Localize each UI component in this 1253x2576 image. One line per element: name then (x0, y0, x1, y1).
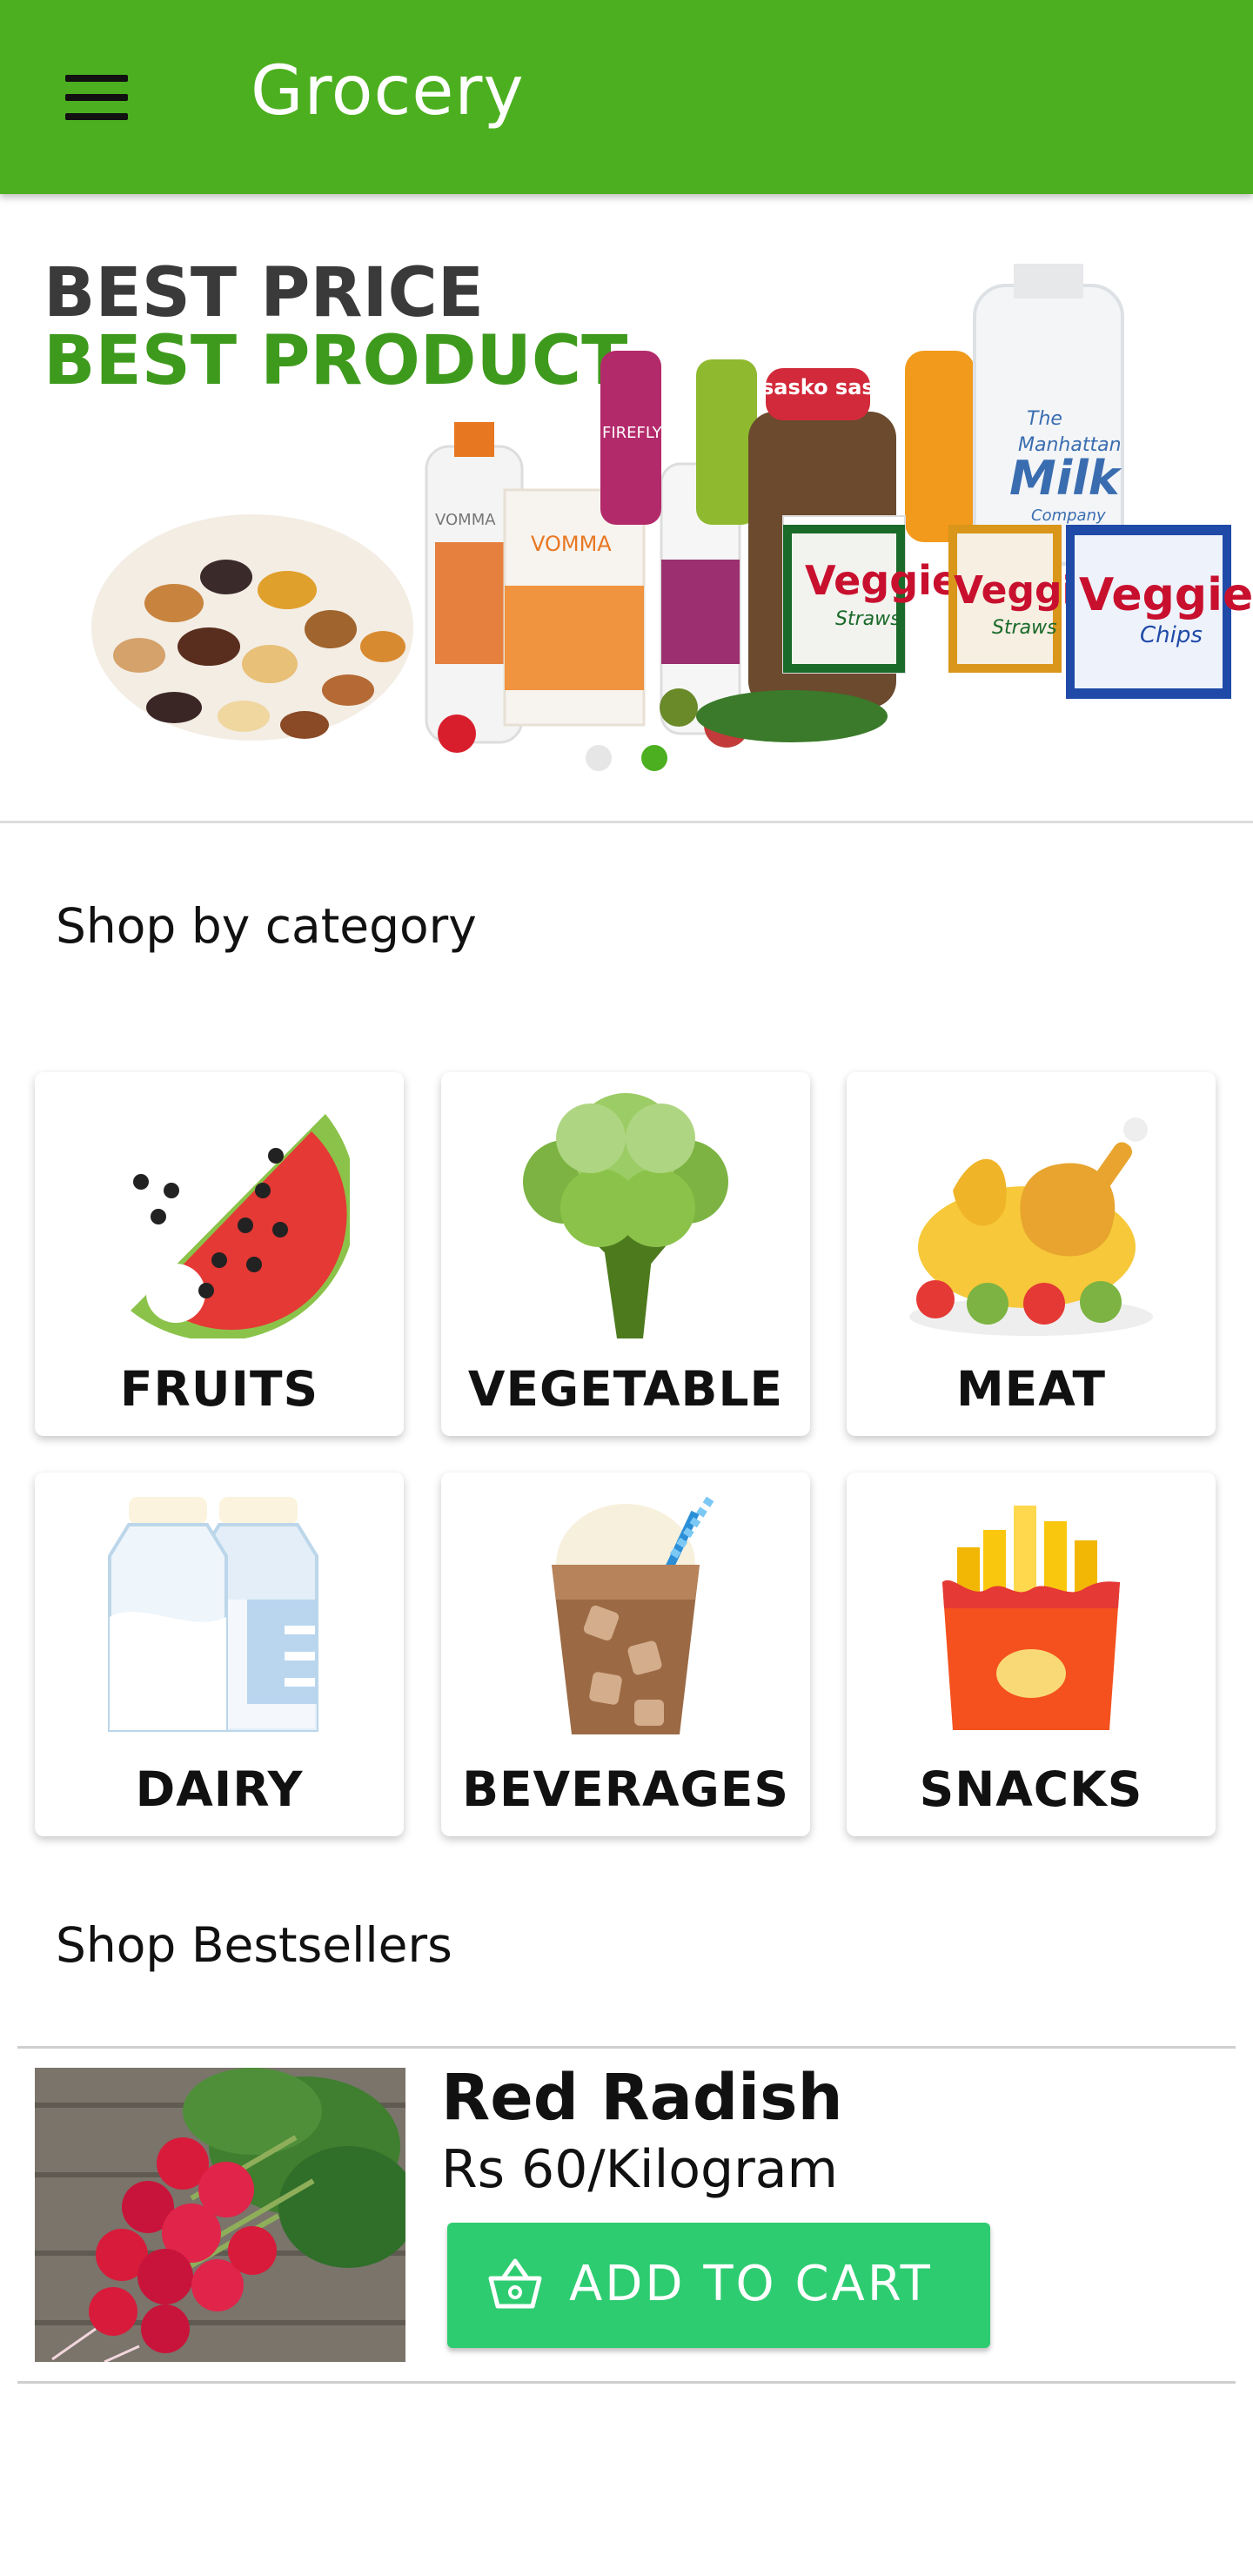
menu-button[interactable] (52, 63, 139, 132)
svg-text:The: The (1027, 408, 1062, 430)
banner-image: BEST PRICE BEST PRODUCT VOMMA VOMMA FIRE… (44, 254, 1253, 771)
roast-chicken-icon (909, 1117, 1153, 1336)
category-label: BEVERAGES (462, 1761, 789, 1817)
french-fries-icon (942, 1506, 1120, 1730)
broccoli-icon (523, 1093, 728, 1338)
svg-text:Milk: Milk (1009, 451, 1122, 506)
red-radish-image (35, 2068, 405, 2362)
category-label: FRUITS (119, 1361, 319, 1417)
product-name: Red Radish (441, 2061, 843, 2135)
svg-text:Straws: Straws (835, 608, 901, 630)
svg-text:VOMMA: VOMMA (531, 532, 612, 556)
banner-headline-2: BEST PRODUCT (44, 322, 627, 400)
category-label: DAIRY (135, 1761, 304, 1817)
category-card-meat[interactable]: MEAT (847, 1072, 1216, 1436)
list-divider-bottom (17, 2381, 1236, 2384)
vomma-products: VOMMA VOMMA FIREFLY (425, 351, 757, 753)
category-label: VEGETABLE (467, 1361, 784, 1417)
svg-text:Straws: Straws (992, 617, 1057, 639)
watermelon-icon (131, 1114, 350, 1338)
category-card-fruits[interactable]: FRUITS (35, 1072, 404, 1436)
svg-text:Company: Company (1031, 506, 1106, 525)
category-card-dairy[interactable]: DAIRY (35, 1472, 404, 1836)
iced-drink-icon (552, 1493, 717, 1734)
add-to-cart-button[interactable]: ADD TO CART (447, 2223, 990, 2348)
svg-text:Veggie: Veggie (1079, 569, 1253, 621)
product-price: Rs 60/Kilogram (441, 2139, 838, 2200)
basket-icon (488, 2258, 542, 2309)
app-bar: Grocery (0, 0, 1253, 194)
svg-text:Chips: Chips (1140, 622, 1203, 648)
add-to-cart-label: ADD TO CART (569, 2256, 933, 2312)
carousel-dot-2-active[interactable] (641, 745, 667, 771)
svg-text:sasko sasko: sasko sasko (761, 375, 902, 399)
milk-bottles-icon (108, 1497, 318, 1732)
category-card-vegetable[interactable]: VEGETABLE (441, 1072, 810, 1436)
category-label: SNACKS (919, 1761, 1143, 1817)
category-card-snacks[interactable]: SNACKS (847, 1472, 1216, 1836)
veggie-packs: Veggie Straws Veggie Straws Veggie Chips (782, 515, 1253, 699)
app-title: Grocery (251, 52, 525, 131)
promo-banner[interactable]: BEST PRICE BEST PRODUCT VOMMA VOMMA FIRE… (0, 194, 1253, 821)
mixed-nuts (91, 514, 413, 741)
category-label: MEAT (955, 1361, 1107, 1417)
svg-text:FIREFLY: FIREFLY (602, 424, 663, 442)
banner-divider (0, 821, 1253, 823)
carousel-dot-1[interactable] (586, 745, 612, 771)
list-divider-top (17, 2046, 1236, 2049)
menu-icon (65, 75, 128, 82)
category-card-beverages[interactable]: BEVERAGES (441, 1472, 810, 1836)
banner-headline-1: BEST PRICE (44, 254, 484, 332)
svg-text:Veggie: Veggie (805, 557, 959, 604)
bestsellers-section-title: Shop Bestsellers (56, 1917, 452, 1973)
svg-text:VOMMA: VOMMA (435, 511, 496, 529)
category-section-title: Shop by category (56, 898, 477, 954)
